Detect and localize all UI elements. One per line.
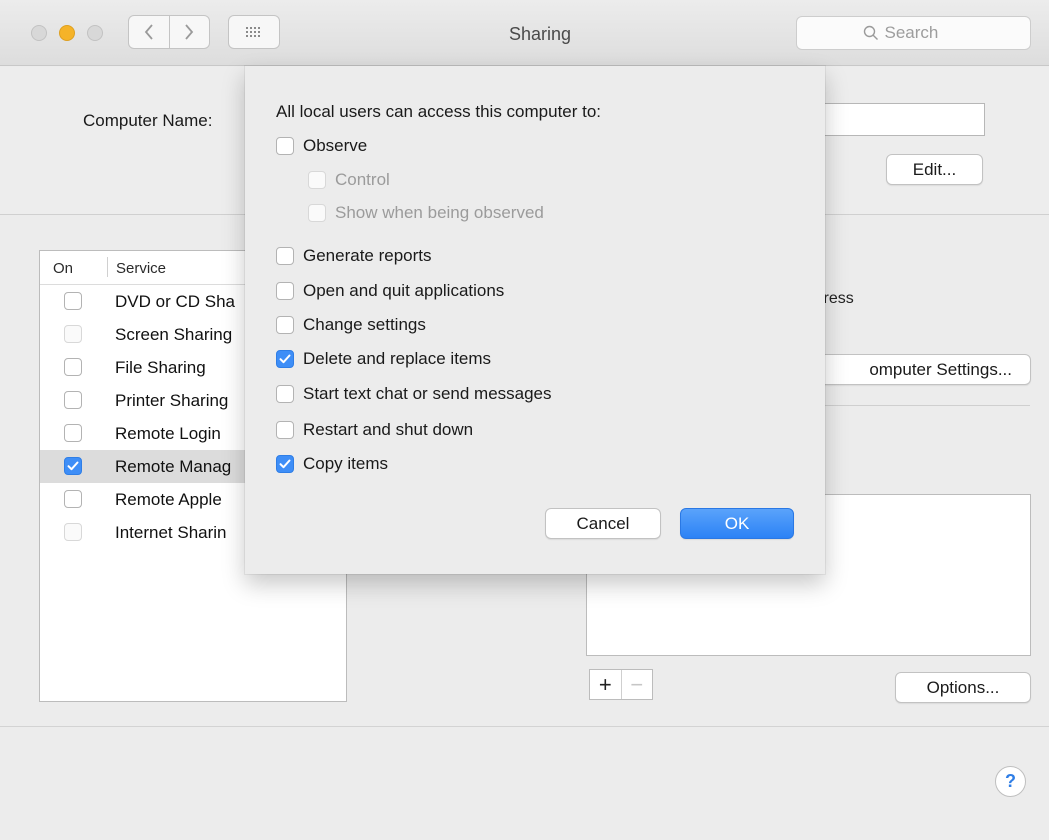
cancel-button[interactable]: Cancel — [545, 508, 661, 539]
show-all-button[interactable] — [228, 15, 280, 49]
service-name: Remote Manag — [115, 457, 232, 476]
chevron-left-icon — [144, 24, 153, 40]
copy-items-option[interactable]: Copy items — [276, 454, 388, 474]
checkmark-icon — [67, 461, 79, 471]
zoom-window-button[interactable] — [87, 25, 103, 41]
title-bar: Sharing — [0, 0, 1049, 66]
control-option: Control — [308, 170, 390, 190]
generate-reports-label: Generate reports — [303, 246, 432, 265]
text-chat-option[interactable]: Start text chat or send messages — [276, 384, 552, 404]
computer-settings-button[interactable]: omputer Settings... — [805, 354, 1031, 385]
window-title: Sharing — [508, 24, 572, 44]
observe-checkbox[interactable] — [276, 137, 294, 155]
access-options-sheet: All local users can access this computer… — [245, 66, 825, 574]
remove-user-button[interactable]: − — [620, 670, 653, 699]
service-checkbox[interactable] — [64, 424, 82, 442]
computer-name-label: Computer Name: — [83, 111, 213, 130]
generate-reports-checkbox[interactable] — [276, 247, 294, 265]
column-divider — [107, 257, 108, 277]
control-checkbox — [308, 171, 326, 189]
open-quit-option[interactable]: Open and quit applications — [276, 281, 504, 301]
bottom-divider — [0, 726, 1049, 727]
service-checkbox[interactable] — [64, 490, 82, 508]
delete-replace-option[interactable]: Delete and replace items — [276, 349, 491, 369]
column-header-on[interactable]: On — [53, 260, 73, 277]
checkmark-icon — [279, 459, 291, 469]
text-chat-checkbox[interactable] — [276, 385, 294, 403]
restart-shutdown-label: Restart and shut down — [303, 420, 474, 439]
change-settings-option[interactable]: Change settings — [276, 315, 426, 335]
service-checkbox[interactable] — [64, 292, 82, 310]
service-checkbox[interactable] — [64, 523, 82, 541]
service-name: DVD or CD Sha — [115, 292, 235, 311]
search-input[interactable] — [884, 23, 965, 43]
options-button[interactable]: Options... — [895, 672, 1031, 703]
open-quit-label: Open and quit applications — [303, 281, 505, 300]
observe-label: Observe — [303, 136, 368, 155]
search-icon — [863, 25, 878, 40]
open-quit-checkbox[interactable] — [276, 282, 294, 300]
change-settings-label: Change settings — [303, 315, 426, 334]
change-settings-checkbox[interactable] — [276, 316, 294, 334]
delete-replace-label: Delete and replace items — [303, 349, 492, 368]
service-name: File Sharing — [115, 358, 206, 377]
show-observed-checkbox — [308, 204, 326, 222]
close-window-button[interactable] — [31, 25, 47, 41]
observe-option[interactable]: Observe — [276, 136, 367, 156]
service-name: Remote Login — [115, 424, 221, 443]
copy-items-label: Copy items — [303, 454, 389, 473]
checkmark-icon — [279, 354, 291, 364]
text-chat-label: Start text chat or send messages — [303, 384, 552, 403]
service-name: Internet Sharin — [115, 523, 227, 542]
copy-items-checkbox[interactable] — [276, 455, 294, 473]
sheet-heading: All local users can access this computer… — [276, 102, 602, 121]
service-checkbox[interactable] — [64, 325, 82, 343]
show-observed-option: Show when being observed — [308, 203, 544, 223]
column-header-service[interactable]: Service — [116, 260, 166, 277]
address-text: lress — [820, 290, 854, 307]
delete-replace-checkbox[interactable] — [276, 350, 294, 368]
service-checkbox[interactable] — [64, 391, 82, 409]
service-checkbox[interactable] — [64, 358, 82, 376]
nav-button-group — [128, 15, 210, 49]
restart-shutdown-option[interactable]: Restart and shut down — [276, 420, 473, 440]
ok-button[interactable]: OK — [680, 508, 794, 539]
search-field[interactable] — [796, 16, 1031, 50]
help-button[interactable]: ? — [995, 766, 1026, 797]
service-checkbox[interactable] — [64, 457, 82, 475]
service-name: Printer Sharing — [115, 391, 229, 410]
minimize-window-button[interactable] — [59, 25, 75, 41]
forward-button[interactable] — [168, 16, 210, 48]
generate-reports-option[interactable]: Generate reports — [276, 246, 432, 266]
show-observed-label: Show when being observed — [335, 203, 544, 222]
control-label: Control — [335, 170, 390, 189]
service-name: Screen Sharing — [115, 325, 233, 344]
add-remove-group: + − — [589, 669, 653, 700]
add-user-button[interactable]: + — [590, 670, 621, 699]
service-name: Remote Apple — [115, 490, 222, 509]
grid-icon — [246, 27, 260, 37]
chevron-right-icon — [185, 24, 194, 40]
edit-button[interactable]: Edit... — [886, 154, 983, 185]
restart-shutdown-checkbox[interactable] — [276, 421, 294, 439]
back-button[interactable] — [129, 16, 169, 48]
computer-name-field[interactable] — [820, 103, 985, 136]
